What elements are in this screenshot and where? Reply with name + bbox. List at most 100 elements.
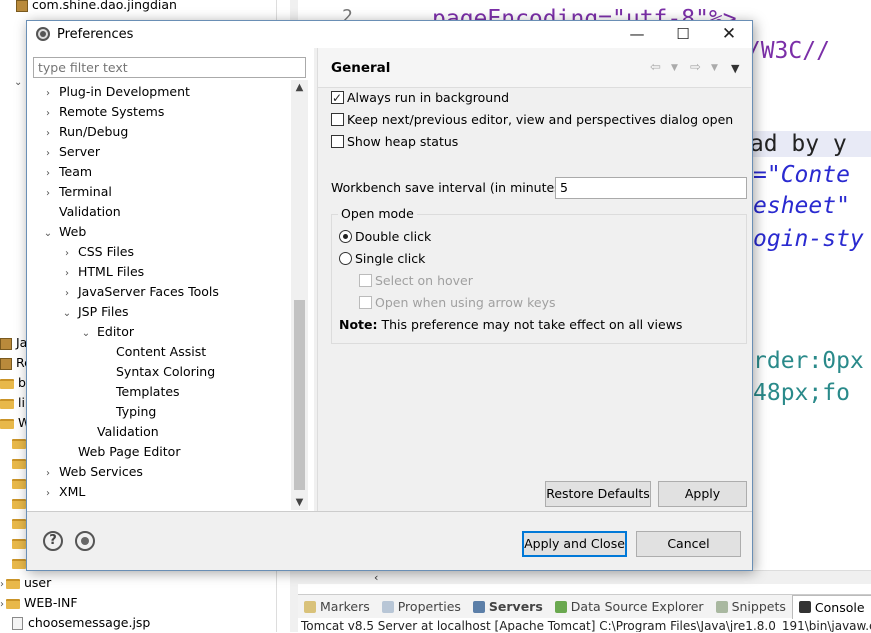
code-line-7: rder:0px: [753, 348, 864, 374]
dialog-titlebar[interactable]: Preferences — ☐ ✕: [27, 21, 752, 48]
checkbox-disabled[interactable]: [359, 274, 372, 287]
scroll-thumb[interactable]: [294, 300, 305, 490]
expand-arrow-icon[interactable]: ⌄: [14, 73, 22, 93]
tree-item[interactable]: Syntax Coloring: [98, 362, 215, 382]
tree-item[interactable]: ›Run/Debug: [41, 122, 128, 142]
tree-item[interactable]: Content Assist: [98, 342, 206, 362]
tree-item-label: Content Assist: [116, 344, 206, 359]
open-arrow-keys-checkbox[interactable]: Open when using arrow keys: [359, 293, 556, 313]
maximize-button[interactable]: ☐: [660, 21, 706, 48]
back-icon[interactable]: ⇦: [650, 60, 661, 75]
code-line-4: ="Conte: [753, 162, 850, 188]
bottom-view-tabs: Markers Properties Servers Data Source E…: [298, 594, 871, 618]
tree-item[interactable]: ›Team: [41, 162, 92, 182]
select-on-hover-checkbox[interactable]: Select on hover: [359, 271, 473, 291]
tree-item[interactable]: Validation: [79, 422, 159, 442]
checkbox-unchecked[interactable]: [331, 113, 344, 126]
tree-item[interactable]: ⌄Editor: [79, 322, 134, 342]
tree-item[interactable]: › Web Services: [41, 462, 143, 482]
tree-item[interactable]: Typing: [98, 402, 156, 422]
forward-menu-icon[interactable]: ▼: [711, 63, 718, 73]
checkbox-disabled[interactable]: [359, 296, 372, 309]
expand-arrow-icon[interactable]: ›: [60, 264, 74, 284]
tree-item[interactable]: ›JavaServer Faces Tools: [60, 282, 219, 302]
apply-and-close-button[interactable]: Apply and Close: [522, 531, 627, 557]
tree-item[interactable]: Validation: [41, 202, 121, 222]
restore-defaults-button[interactable]: Restore Defaults: [545, 481, 651, 507]
scroll-left-icon[interactable]: ‹: [374, 571, 378, 584]
tree-item[interactable]: ›Remote Systems: [41, 102, 164, 122]
checkbox-unchecked[interactable]: [331, 135, 344, 148]
expand-arrow-icon[interactable]: ›: [41, 104, 55, 124]
expand-arrow-icon[interactable]: ›: [41, 144, 55, 164]
folder-icon: [6, 599, 20, 609]
tree-item[interactable]: ›Server: [41, 142, 100, 162]
expand-arrow-icon[interactable]: ›: [41, 164, 55, 184]
tree-item[interactable]: Templates: [98, 382, 180, 402]
tree-item-user[interactable]: ›user: [0, 573, 51, 593]
radio-unselected[interactable]: [339, 252, 352, 265]
expand-arrow-icon[interactable]: ›: [60, 284, 74, 304]
single-click-radio[interactable]: Single click: [339, 249, 425, 269]
minimize-button[interactable]: —: [614, 21, 660, 48]
tree-scrollbar[interactable]: ▲ ▼: [291, 80, 308, 510]
apply-button[interactable]: Apply: [658, 481, 747, 507]
expand-arrow-icon[interactable]: ›: [41, 184, 55, 204]
tree-item[interactable]: ›Terminal: [41, 182, 112, 202]
help-icon[interactable]: ?: [43, 531, 63, 551]
double-click-radio[interactable]: Double click: [339, 227, 431, 247]
expand-arrow-icon[interactable]: ›: [41, 124, 55, 144]
tree-item[interactable]: › XML: [41, 482, 85, 502]
collapse-arrow-icon[interactable]: ⌄: [79, 324, 93, 344]
tab-servers[interactable]: Servers: [467, 595, 549, 619]
tab-properties[interactable]: Properties: [376, 595, 467, 619]
tree-item-web-inf[interactable]: ›WEB-INF: [0, 593, 78, 613]
tree-item-package[interactable]: com.shine.dao.jingdian: [16, 0, 177, 15]
scroll-up-icon[interactable]: ▲: [291, 82, 308, 93]
preferences-dialog: Preferences — ☐ ✕ ›Plug-in Development›R…: [26, 20, 753, 571]
tab-console[interactable]: Console✕: [792, 595, 871, 619]
page-title: General: [331, 60, 390, 76]
expand-arrow-icon[interactable]: ›: [41, 464, 55, 484]
save-interval-input[interactable]: 5: [555, 177, 747, 199]
show-heap-checkbox[interactable]: Show heap status: [331, 132, 458, 152]
expand-arrow-icon[interactable]: ›: [41, 84, 55, 104]
forward-icon[interactable]: ⇨: [690, 60, 701, 75]
close-button[interactable]: ✕: [706, 21, 752, 48]
filter-input[interactable]: [33, 57, 306, 78]
cancel-button[interactable]: Cancel: [636, 531, 741, 557]
tree-item-partial-1[interactable]: Ja: [0, 333, 27, 353]
keep-next-prev-checkbox[interactable]: Keep next/previous editor, view and pers…: [331, 110, 733, 130]
tab-data-source-explorer[interactable]: Data Source Explorer: [549, 595, 710, 619]
tree-item[interactable]: ›CSS Files: [60, 242, 134, 262]
tree-item-label: XML: [59, 484, 85, 499]
collapse-arrow-icon[interactable]: ⌄: [41, 224, 55, 244]
folder-icon: [12, 499, 26, 509]
tree-item[interactable]: Web Page Editor: [60, 442, 180, 462]
radio-selected[interactable]: [339, 230, 352, 243]
back-menu-icon[interactable]: ▼: [671, 63, 678, 73]
editor-horizontal-scrollbar[interactable]: ‹: [298, 570, 871, 584]
checkbox-checked[interactable]: [331, 91, 344, 104]
library-icon: [0, 338, 12, 350]
view-menu-icon[interactable]: ▼: [731, 62, 739, 75]
tab-snippets[interactable]: Snippets: [710, 595, 792, 619]
tree-item[interactable]: ›Plug-in Development: [41, 82, 190, 102]
collapse-arrow-icon[interactable]: ⌄: [60, 304, 74, 324]
tree-item[interactable]: ›HTML Files: [60, 262, 144, 282]
tab-markers[interactable]: Markers: [298, 595, 376, 619]
tree-item[interactable]: ⌄JSP Files: [60, 302, 129, 322]
tree-item-jsp-file[interactable]: choosemessage.jsp: [12, 613, 150, 633]
snippets-icon: [716, 601, 728, 613]
import-export-icon[interactable]: [75, 531, 95, 551]
scroll-down-icon[interactable]: ▼: [291, 497, 308, 508]
always-run-background-checkbox[interactable]: Always run in background: [331, 88, 509, 108]
tree-item[interactable]: ⌄Web: [41, 222, 86, 242]
dialog-title: Preferences: [57, 27, 133, 42]
eclipse-icon: [36, 27, 50, 41]
preference-page: General ⇦ ▼ ⇨ ▼ ▼ Always run in backgrou…: [317, 48, 750, 511]
markers-icon: [304, 601, 316, 613]
expand-arrow-icon[interactable]: ›: [60, 244, 74, 264]
tree-item-label: Web Services: [59, 464, 143, 479]
expand-arrow-icon[interactable]: ›: [41, 484, 55, 504]
